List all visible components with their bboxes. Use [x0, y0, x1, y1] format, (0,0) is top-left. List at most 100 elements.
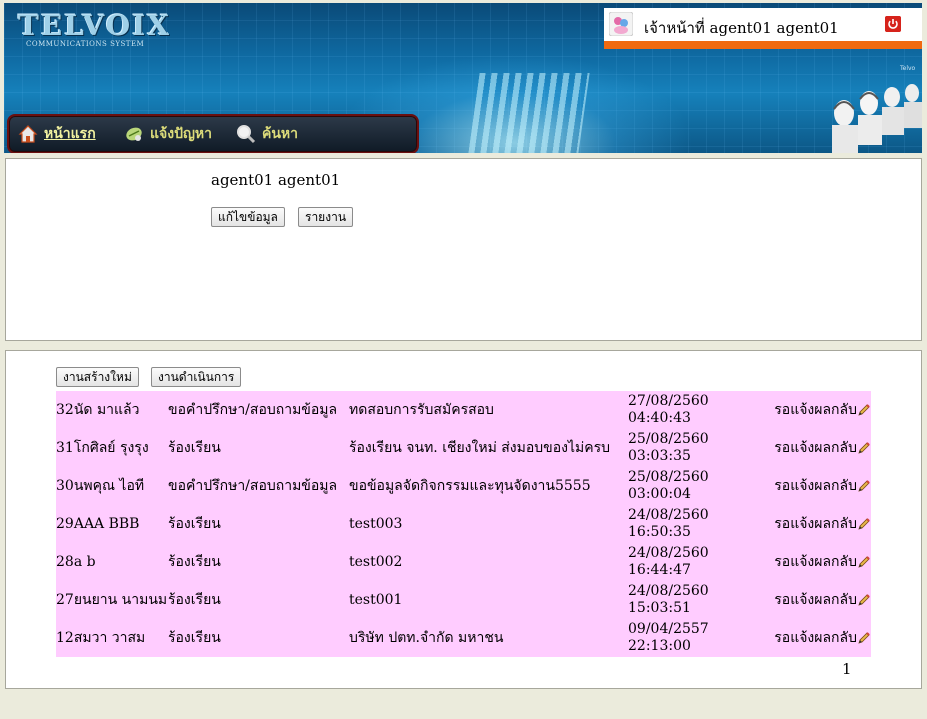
new-tasks-button[interactable]: งานสร้างใหม่ [56, 367, 139, 387]
header-banner: TELVOIX COMMUNICATIONS SYSTEM Telvo เจ้า… [4, 3, 922, 153]
row-status-cell: รอแจ้งผลกลับ [761, 467, 871, 505]
row-status-cell: รอแจ้งผลกลับ [761, 543, 871, 581]
row-subject[interactable]: ร้องเรียน จนท. เชียงใหม่ ส่งมอบของไม่ครบ [349, 429, 628, 467]
row-status: รอแจ้งผลกลับ [774, 629, 857, 646]
row-time: 03:03:35 [628, 448, 691, 464]
table-row[interactable]: 12สมวา วาสม ร้องเรียน บริษัท ปตท.จำกัด มหา… [56, 619, 871, 657]
edit-profile-button[interactable]: แก้ไขข้อมูล [211, 207, 285, 227]
row-status-cell: รอแจ้งผลกลับ [761, 391, 871, 429]
row-id-name-cell: 27ยนยาน นามนม [56, 581, 168, 619]
row-datetime: 24/08/2560 16:50:35 [628, 505, 761, 543]
row-status-cell: รอแจ้งผลกลับ [761, 619, 871, 657]
nav-home[interactable]: หน้าแรก [17, 116, 96, 152]
row-name: สมวา วาสม [73, 629, 146, 646]
banner-corner-text: Telvo [900, 65, 916, 72]
row-type: ร้องเรียน [168, 591, 221, 608]
home-icon [18, 125, 38, 143]
banner-beam [468, 73, 590, 153]
row-status-cell: รอแจ้งผลกลับ [761, 429, 871, 467]
row-time: 03:00:04 [628, 486, 691, 502]
edit-pencil-icon[interactable] [857, 555, 871, 569]
page-number[interactable]: 1 [842, 660, 852, 678]
row-date: 09/04/2557 [628, 621, 709, 637]
row-date: 25/08/2560 [628, 469, 709, 485]
row-subject[interactable]: test001 [349, 581, 628, 619]
user-bar-accent [604, 41, 922, 49]
row-name: AAA BBB [73, 515, 140, 532]
row-status: รอแจ้งผลกลับ [774, 553, 857, 570]
row-status: รอแจ้งผลกลับ [774, 439, 857, 456]
nav-report[interactable]: แจ้งปัญหา [123, 116, 212, 152]
table-row[interactable]: 27ยนยาน นามนม ร้องเรียน test001 24/08/2560 1… [56, 581, 871, 619]
row-name: นัด มาแล้ว [73, 401, 140, 418]
profile-panel: agent01 agent01 แก้ไขข้อมูล รายงาน [5, 158, 922, 341]
report-icon [126, 127, 142, 141]
row-type: ขอคำปรึกษา/สอบถามข้อมูล [168, 477, 338, 494]
table-row[interactable]: 30นพคุณ ไอที ขอคำปรึกษา/สอบถามข้อมูล ขอข้อ… [56, 467, 871, 505]
logo: TELVOIX COMMUNICATIONS SYSTEM [18, 9, 171, 48]
report-button[interactable]: รายงาน [298, 207, 354, 227]
nav-report-label: แจ้งปัญหา [150, 126, 212, 142]
table-row[interactable]: 28a b ร้องเรียน test002 24/08/2560 16:44:47 ร… [56, 543, 871, 581]
row-status-cell: รอแจ้งผลกลับ [761, 505, 871, 543]
row-id-name-cell: 31โกศิลย์ รุงรุง [56, 429, 168, 467]
logout-power-icon[interactable] [885, 16, 901, 32]
inprogress-tasks-button[interactable]: งานดำเนินการ [151, 367, 242, 387]
row-time: 15:03:51 [628, 600, 691, 616]
row-datetime: 09/04/2557 22:13:00 [628, 619, 761, 657]
row-name: นพคุณ ไอที [73, 477, 145, 494]
edit-pencil-icon[interactable] [857, 517, 871, 531]
row-subject[interactable]: บริษัท ปตท.จำกัด มหาชน [349, 619, 628, 657]
row-datetime: 24/08/2560 16:44:47 [628, 543, 761, 581]
row-type: ร้องเรียน [168, 553, 221, 570]
nav-search-label: ค้นหา [262, 126, 299, 142]
row-id: 30 [56, 477, 74, 494]
edit-pencil-icon[interactable] [857, 593, 871, 607]
row-name: โกศิลย์ รุงรุง [73, 439, 149, 456]
row-id-name-cell: 28a b [56, 543, 168, 581]
row-type: ร้องเรียน [168, 439, 221, 456]
table-row[interactable]: 31โกศิลย์ รุงรุง ร้องเรียน ร้องเรียน จนท. … [56, 429, 871, 467]
nav-home-label: หน้าแรก [44, 126, 96, 142]
search-icon [237, 125, 256, 144]
row-date: 24/08/2560 [628, 545, 709, 561]
row-datetime: 24/08/2560 15:03:51 [628, 581, 761, 619]
row-status: รอแจ้งผลกลับ [774, 401, 857, 418]
row-time: 22:13:00 [628, 638, 691, 654]
row-id: 32 [56, 401, 74, 418]
user-bar: เจ้าหน้าที่ agent01 agent01 [604, 8, 922, 49]
row-date: 24/08/2560 [628, 583, 709, 599]
nav-search[interactable]: ค้นหา [235, 116, 298, 152]
row-status-cell: รอแจ้งผลกลับ [761, 581, 871, 619]
logo-title: TELVOIX [18, 9, 171, 42]
tasks-panel: งานสร้างใหม่ งานดำเนินการ 32นัด มาแล้วขอ… [5, 350, 922, 689]
row-id: 31 [56, 439, 74, 456]
row-type: ร้องเรียน [168, 515, 221, 532]
row-subject[interactable]: ขอข้อมูลจัดกิจกรรมและทุนจัดงาน5555 [349, 467, 628, 505]
table-row[interactable]: 32นัด มาแล้ว ขอคำปรึกษา/สอบถามข้อมูล ทดสอบ… [56, 391, 871, 429]
row-subject[interactable]: test002 [349, 543, 628, 581]
row-id-name-cell: 29AAA BBB [56, 505, 168, 543]
row-subject[interactable]: ทดสอบการรับสมัครสอบ [349, 391, 628, 429]
edit-pencil-icon[interactable] [857, 441, 871, 455]
main-nav: หน้าแรก แจ้งปัญหา ค้นหา [7, 114, 419, 153]
row-id: 12 [56, 629, 74, 646]
edit-pencil-icon[interactable] [857, 479, 871, 493]
row-time: 04:40:43 [628, 410, 691, 426]
row-id: 27 [56, 591, 74, 608]
row-name: ยนยาน นามนม [73, 591, 168, 608]
row-datetime: 25/08/2560 03:03:35 [628, 429, 761, 467]
edit-pencil-icon[interactable] [857, 631, 871, 645]
row-name: a b [73, 553, 96, 570]
row-id: 28 [56, 553, 74, 570]
row-type: ขอคำปรึกษา/สอบถามข้อมูล [168, 401, 338, 418]
table-row[interactable]: 29AAA BBB ร้องเรียน test003 24/08/2560 16:50… [56, 505, 871, 543]
row-id: 29 [56, 515, 74, 532]
edit-pencil-icon[interactable] [857, 403, 871, 417]
profile-name: agent01 agent01 [211, 171, 341, 189]
task-table: 32นัด มาแล้ว ขอคำปรึกษา/สอบถามข้อมูล ทดสอบ… [56, 391, 871, 657]
row-date: 27/08/2560 [628, 393, 709, 409]
row-subject[interactable]: test003 [349, 505, 628, 543]
row-status: รอแจ้งผลกลับ [774, 591, 857, 608]
call-center-agents-illustration [832, 84, 922, 153]
